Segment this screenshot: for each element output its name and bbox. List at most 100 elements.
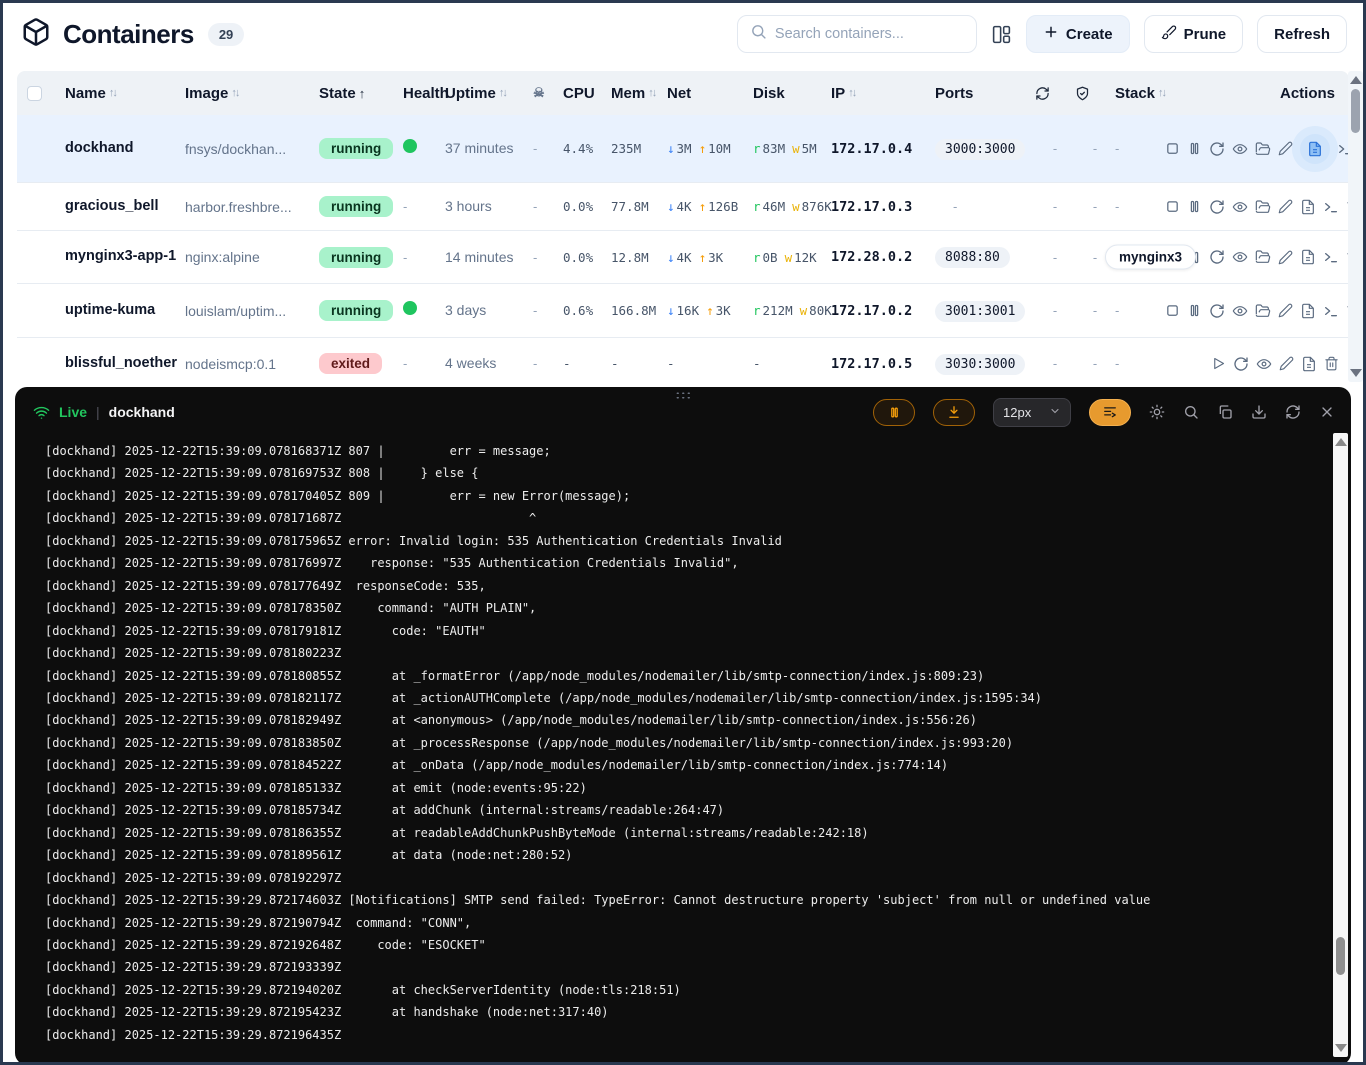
log-scrollbar[interactable]: [1333, 433, 1348, 1057]
container-name: gracious_bell: [65, 196, 185, 218]
scrollbar-thumb[interactable]: [1351, 89, 1360, 133]
logs-button[interactable]: [1300, 303, 1316, 319]
wrap-lines-button[interactable]: [1089, 399, 1131, 426]
pause-button[interactable]: [1187, 199, 1202, 214]
scroll-down-arrow[interactable]: [1350, 369, 1362, 377]
net-up-icon: ↑: [706, 303, 714, 318]
edit-button[interactable]: [1278, 250, 1293, 265]
container-image: harbor.freshbre...: [185, 199, 319, 215]
restart-button[interactable]: [1209, 199, 1225, 215]
scroll-to-bottom-button[interactable]: [933, 399, 975, 426]
table-row[interactable]: blissful_noether nodeismcp:0.1 exited - …: [17, 338, 1349, 382]
edit-button[interactable]: [1278, 303, 1293, 318]
restart-button[interactable]: [1209, 249, 1225, 265]
brush-icon: [1161, 24, 1177, 44]
inspect-button[interactable]: [1232, 199, 1248, 215]
panel-drag-handle[interactable]: [675, 391, 691, 400]
stack-cell: -: [1115, 356, 1165, 371]
container-image: nodeismcp:0.1: [185, 356, 319, 372]
reload-logs-button[interactable]: [1285, 404, 1301, 420]
edit-button[interactable]: [1279, 356, 1294, 371]
net-up-icon: ↑: [699, 141, 707, 156]
select-all-checkbox[interactable]: [17, 86, 65, 101]
container-name: dockhand: [65, 138, 185, 160]
prune-button[interactable]: Prune: [1144, 15, 1244, 53]
files-button[interactable]: [1255, 141, 1271, 157]
logs-button[interactable]: [1300, 199, 1316, 215]
scroll-down-arrow[interactable]: [1335, 1044, 1347, 1052]
log-line: [dockhand] 2025-12-22T15:39:29.872174603…: [45, 889, 1325, 911]
scroll-up-arrow[interactable]: [1335, 438, 1347, 446]
containers-box-icon: [21, 17, 51, 52]
create-button[interactable]: Create: [1026, 15, 1130, 53]
cpu-value: 0.6%: [563, 303, 611, 318]
log-line: [dockhand] 2025-12-22T15:39:09.078180223…: [45, 642, 1325, 664]
logs-button[interactable]: [1300, 134, 1330, 164]
table-row[interactable]: dockhand fnsys/dockhan... running 37 min…: [17, 115, 1349, 183]
delete-button[interactable]: [1324, 356, 1339, 371]
header-name[interactable]: Name↑↓: [65, 85, 185, 102]
restart-button[interactable]: [1233, 356, 1249, 372]
table-scrollbar[interactable]: [1348, 71, 1363, 382]
theme-brightness-button[interactable]: [1149, 404, 1165, 420]
table-header-row: Name↑↓ Image↑↓ State↑ Health Uptime↑↓ ☠ …: [17, 71, 1349, 115]
header-mem[interactable]: Mem↑↓: [611, 85, 667, 102]
search-logs-button[interactable]: [1183, 404, 1199, 420]
net-cell: ↓16K↑3K: [667, 303, 753, 318]
terminal-button[interactable]: [1323, 199, 1339, 215]
table-row[interactable]: uptime-kuma louislam/uptim... running 3 …: [17, 284, 1349, 338]
row-actions: [1165, 134, 1349, 164]
restart-button[interactable]: [1209, 303, 1225, 319]
files-button[interactable]: [1255, 303, 1271, 319]
scroll-up-arrow[interactable]: [1350, 76, 1362, 84]
log-line: [dockhand] 2025-12-22T15:39:09.078184522…: [45, 754, 1325, 776]
header-uptime[interactable]: Uptime↑↓: [445, 85, 533, 102]
refresh-button[interactable]: Refresh: [1257, 15, 1347, 53]
header-state[interactable]: State↑: [319, 85, 403, 102]
edit-button[interactable]: [1278, 141, 1293, 156]
inspect-button[interactable]: [1256, 356, 1272, 372]
live-wifi-icon: [33, 404, 50, 421]
pause-button[interactable]: [1187, 141, 1202, 156]
header-image[interactable]: Image↑↓: [185, 85, 319, 102]
header-ip[interactable]: IP↑↓: [831, 85, 935, 102]
stack-badge[interactable]: mynginx3: [1105, 245, 1196, 270]
files-button[interactable]: [1255, 249, 1271, 265]
row-actions: [1165, 356, 1349, 372]
logs-button[interactable]: [1300, 249, 1316, 265]
close-panel-button[interactable]: [1319, 404, 1335, 420]
pause-button[interactable]: [1187, 303, 1202, 318]
stop-button[interactable]: [1165, 141, 1180, 156]
logs-button[interactable]: [1301, 356, 1317, 372]
container-name: mynginx3-app-1: [65, 246, 185, 268]
download-logs-button[interactable]: [1251, 404, 1267, 420]
copy-logs-button[interactable]: [1217, 404, 1233, 420]
pause-logs-button[interactable]: [873, 399, 915, 426]
health-dot: [403, 139, 417, 153]
sort-icon: ↑↓: [231, 87, 238, 99]
restart-button[interactable]: [1209, 141, 1225, 157]
start-button[interactable]: [1211, 356, 1226, 371]
log-line: [dockhand] 2025-12-22T15:39:09.078178350…: [45, 597, 1325, 619]
search-input[interactable]: [775, 26, 964, 42]
stop-button[interactable]: [1165, 303, 1180, 318]
table-row[interactable]: mynginx3-app-1 nginx:alpine running - 14…: [17, 231, 1349, 284]
table-row[interactable]: gracious_bell harbor.freshbre... running…: [17, 183, 1349, 231]
scrollbar-thumb[interactable]: [1336, 937, 1345, 975]
header-stack[interactable]: Stack↑↓: [1115, 85, 1165, 102]
terminal-button[interactable]: [1323, 303, 1339, 319]
stop-button[interactable]: [1165, 199, 1180, 214]
layout-columns-button[interactable]: [991, 24, 1012, 45]
inspect-button[interactable]: [1232, 141, 1248, 157]
edit-button[interactable]: [1278, 199, 1293, 214]
terminal-button[interactable]: [1323, 249, 1339, 265]
files-button[interactable]: [1255, 199, 1271, 215]
font-size-select[interactable]: 12px: [993, 398, 1071, 427]
net-cell: -: [667, 356, 753, 371]
uptime: 14 minutes: [445, 247, 533, 267]
header-ports: Ports: [935, 85, 1035, 102]
inspect-button[interactable]: [1232, 249, 1248, 265]
stack-cell: -: [1115, 199, 1165, 214]
state-badge: running: [319, 300, 393, 321]
inspect-button[interactable]: [1232, 303, 1248, 319]
